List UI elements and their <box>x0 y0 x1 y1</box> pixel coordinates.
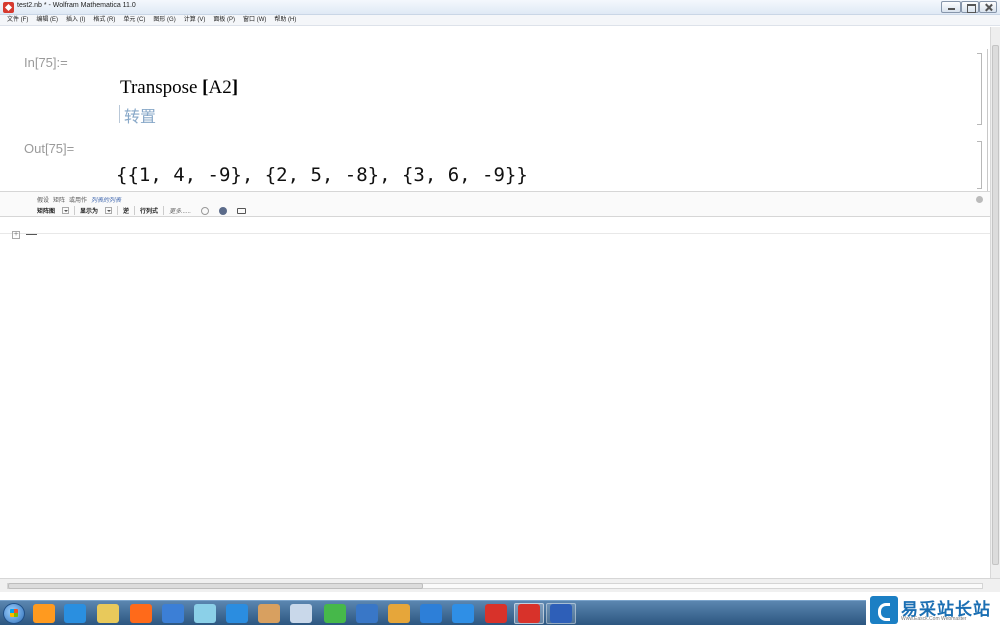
cell-group-bracket[interactable] <box>984 49 988 191</box>
status-bar <box>0 578 1000 592</box>
taskbar-browser-icon[interactable] <box>97 604 119 623</box>
assumption-or-label: 或用作 <box>69 198 88 204</box>
add-cell-button[interactable]: + <box>12 231 20 239</box>
menu-bar: 文件 (F) 编辑 (E) 插入 (I) 格式 (R) 单元 (C) 图形 (G… <box>0 15 1000 26</box>
matrix-plot-button[interactable]: 矩阵图 <box>37 206 55 215</box>
text-cursor <box>119 105 120 123</box>
display-as-button[interactable]: 显示为 <box>80 206 98 215</box>
watermark: 易采站长站 Www.Easck.Com Webmaster <box>866 594 1000 625</box>
cell-insertion-divider <box>0 233 990 234</box>
window-title: test2.nb * - Wolfram Mathematica 11.0 <box>17 2 136 9</box>
taskbar-mathematica-icon <box>518 604 540 623</box>
display-as-dropdown-icon[interactable] <box>105 207 113 214</box>
taskbar-remote-desktop-icon[interactable] <box>388 604 410 623</box>
taskbar-cloud-icon[interactable] <box>258 604 280 623</box>
more-suggestions-button[interactable]: 更多...... <box>169 206 191 215</box>
maximize-button[interactable] <box>961 1 979 13</box>
separator <box>134 206 136 215</box>
horizontal-scrollbar-thumb[interactable] <box>8 583 423 589</box>
taskbar-app-icon[interactable] <box>33 604 55 623</box>
input-label: In[75]:= <box>24 55 68 70</box>
separator <box>163 206 165 215</box>
taskbar-explorer-icon[interactable] <box>130 604 152 623</box>
menu-help[interactable]: 帮助 (H) <box>274 15 296 25</box>
taskbar-notepad-icon[interactable] <box>324 604 346 623</box>
output-label: Out[75]= <box>24 141 75 156</box>
cell-insertion-point[interactable] <box>26 234 37 235</box>
suggestions-actions-row: 矩阵图 显示为 逆 行列式 更多...... <box>37 206 256 215</box>
taskbar-app-icon[interactable] <box>226 604 248 623</box>
menu-format[interactable]: 格式 (R) <box>93 15 115 25</box>
watermark-subtext: Www.Easck.Com Webmaster <box>901 616 967 622</box>
inverse-button[interactable]: 逆 <box>123 206 129 215</box>
menu-file[interactable]: 文件 (F) <box>7 15 28 25</box>
menu-cell[interactable]: 单元 (C) <box>123 15 145 25</box>
vertical-scrollbar-thumb[interactable] <box>992 45 999 565</box>
start-button[interactable] <box>3 603 25 624</box>
feedback-icon[interactable] <box>237 207 247 214</box>
input-argument: A2 <box>208 77 232 98</box>
taskbar-firefox-icon[interactable] <box>162 604 184 623</box>
menu-insert[interactable]: 插入 (I) <box>66 15 85 25</box>
watermark-logo-icon <box>870 596 898 624</box>
taskbar-app-icon[interactable] <box>452 604 474 623</box>
input-hint: 转置 <box>124 109 157 126</box>
matrix-plot-dropdown-icon[interactable] <box>62 207 70 214</box>
assumption-label: 假设 <box>37 198 50 204</box>
assumption-list-of-lists-link[interactable]: 列表的列表 <box>91 195 121 204</box>
assumption-matrix: 矩阵 <box>53 198 66 204</box>
output-cell[interactable]: {{1, 4, -9}, {2, 5, -8}, {3, 6, -9}} <box>116 164 528 186</box>
separator <box>117 206 119 215</box>
mathematica-app-icon[interactable] <box>3 2 14 13</box>
menu-palettes[interactable]: 面板 (P) <box>213 15 235 25</box>
determinant-button[interactable]: 行列式 <box>140 206 158 215</box>
input-cell-bracket[interactable] <box>977 53 982 125</box>
taskbar-app-icon[interactable] <box>356 604 378 623</box>
output-cell-bracket[interactable] <box>977 141 982 189</box>
settings-icon[interactable] <box>219 206 228 215</box>
refresh-icon[interactable] <box>201 206 210 215</box>
close-suggestions-icon[interactable] <box>976 196 983 203</box>
menu-edit[interactable]: 编辑 (E) <box>36 15 58 25</box>
mathematica-window: test2.nb * - Wolfram Mathematica 11.0 文件… <box>0 0 1000 625</box>
taskbar-app-icon[interactable] <box>485 604 507 623</box>
minimize-button[interactable] <box>941 1 961 13</box>
input-cell[interactable]: Transpose [A2] <box>120 77 238 99</box>
menu-window[interactable]: 窗口 (W) <box>243 15 266 25</box>
suggestions-assumption-row: 假设 矩阵 或用作 列表的列表 <box>37 195 125 204</box>
notebook-area[interactable]: In[75]:= Transpose [A2] 转置 Out[75]= {{1,… <box>0 27 990 580</box>
taskbar-search-icon[interactable] <box>420 604 442 623</box>
vertical-scrollbar[interactable] <box>990 27 1000 580</box>
taskbar-paint-icon[interactable] <box>290 604 312 623</box>
suggestions-bar: 假设 矩阵 或用作 列表的列表 矩阵图 显示为 逆 行列式 更多...... <box>0 191 990 217</box>
menu-graphics[interactable]: 图形 (G) <box>153 15 175 25</box>
input-function: Transpose <box>120 77 203 98</box>
taskbar-word-icon <box>550 604 572 623</box>
menu-evaluation[interactable]: 计算 (V) <box>184 15 206 25</box>
close-window-button[interactable] <box>979 1 997 13</box>
input-close-bracket: ] <box>231 77 239 98</box>
separator <box>74 206 76 215</box>
windows-taskbar <box>0 600 1000 625</box>
title-bar: test2.nb * - Wolfram Mathematica 11.0 <box>0 0 1000 15</box>
taskbar-ie-icon[interactable] <box>64 604 86 623</box>
taskbar-app-icon[interactable] <box>194 604 216 623</box>
